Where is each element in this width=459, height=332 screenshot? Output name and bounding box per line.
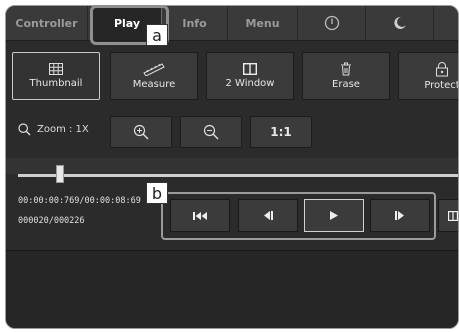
zoom-in-icon — [133, 124, 149, 140]
zoom-label: Zoom : 1X — [37, 124, 89, 135]
tab-info[interactable]: Info — [162, 6, 228, 40]
tab-power[interactable] — [298, 6, 366, 40]
timecode-readout: 00:00:00:769/00:00:08:69 — [18, 196, 141, 206]
tab-menu-label: Menu — [245, 16, 280, 30]
step-back-button[interactable] — [238, 199, 298, 232]
thumbnail-label: Thumbnail — [29, 78, 83, 89]
tab-overflow — [434, 6, 458, 40]
seek-track[interactable] — [18, 174, 458, 177]
slider-band — [6, 158, 458, 174]
skip-to-start-button[interactable] — [170, 199, 230, 232]
trash-icon — [341, 62, 351, 76]
skip-to-start-icon — [193, 211, 207, 220]
ruler-icon — [143, 63, 165, 76]
step-forward-icon — [395, 211, 404, 220]
play-icon — [330, 211, 338, 220]
tab-menu[interactable]: Menu — [228, 6, 298, 40]
grid-icon — [49, 63, 63, 75]
magnifier-icon — [18, 123, 31, 136]
play-button[interactable] — [304, 199, 364, 232]
measure-button[interactable]: Measure — [110, 52, 198, 100]
tab-controller[interactable]: Controller — [6, 6, 88, 40]
tab-bar: Controller Play Info Menu — [6, 6, 458, 41]
thumbnail-button[interactable]: Thumbnail — [12, 52, 100, 100]
camera-control-panel: Controller Play Info Menu Thumbnail Meas… — [5, 5, 459, 329]
protect-label: Protect — [424, 79, 459, 91]
zoom-out-button[interactable] — [180, 116, 242, 148]
two-window-label: 2 Window — [225, 78, 275, 89]
moon-icon — [393, 16, 406, 29]
erase-button[interactable]: Erase — [302, 52, 390, 100]
tab-info-label: Info — [182, 16, 207, 30]
callout-b: b — [146, 182, 168, 204]
protect-button[interactable]: Protect — [398, 52, 459, 100]
power-icon — [324, 15, 339, 31]
zoom-in-button[interactable] — [110, 116, 172, 148]
empty-panel — [6, 250, 458, 328]
erase-label: Erase — [332, 79, 360, 90]
tab-controller-label: Controller — [15, 16, 78, 30]
callout-a: a — [146, 24, 168, 46]
zoom-out-icon — [203, 124, 219, 140]
two-window-button[interactable]: 2 Window — [206, 52, 294, 100]
seek-thumb[interactable] — [56, 165, 64, 183]
split-window-icon — [243, 63, 257, 75]
step-forward-button[interactable] — [370, 199, 430, 232]
zoom-reset-label: 1:1 — [270, 125, 292, 139]
lock-icon — [436, 61, 448, 76]
compare-view-button[interactable] — [438, 199, 458, 232]
tab-night[interactable] — [366, 6, 434, 40]
measure-label: Measure — [132, 79, 176, 90]
step-back-icon — [264, 211, 273, 220]
zoom-reset-button[interactable]: 1:1 — [250, 116, 312, 148]
zoom-indicator: Zoom : 1X — [18, 123, 89, 136]
frame-counter: 000020/000226 — [18, 216, 85, 226]
split-window-icon — [448, 210, 458, 221]
